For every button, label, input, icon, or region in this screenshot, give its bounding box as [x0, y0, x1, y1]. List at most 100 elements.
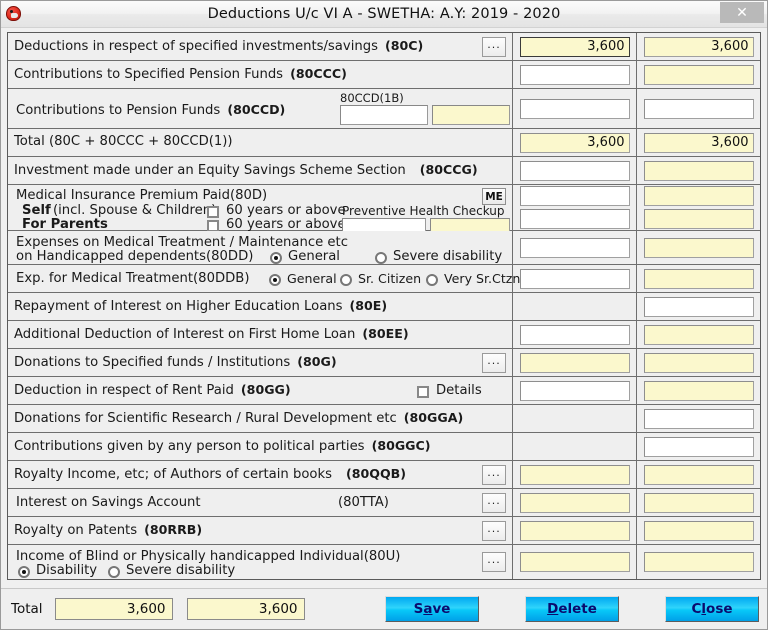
field-cell-right-80ggc [637, 433, 760, 460]
section-code-80u: (80U) [363, 549, 401, 564]
input-left-total[interactable]: 3,600 [519, 132, 630, 153]
input-right-80d-parents[interactable] [643, 209, 754, 229]
input-right-80e[interactable] [643, 296, 754, 317]
field-cell-left-80ccc [513, 61, 637, 88]
label-cell-80rrb: Royalty on Patents (80RRB) ... [8, 517, 513, 544]
row-label-80e: Repayment of Interest on Higher Educatio… [14, 298, 343, 314]
field-cell-right-80gg [637, 377, 760, 404]
radio-80u-severe[interactable] [108, 566, 120, 578]
input-left-80d-parents[interactable] [519, 209, 630, 229]
save-button[interactable]: Sa ve [385, 596, 479, 622]
input-left-80rrb[interactable] [519, 520, 630, 541]
radio-80u-severe-label: Severe disability [126, 563, 236, 578]
row-label-80rrb: Royalty on Patents [14, 522, 138, 538]
radio-80dd-general[interactable] [270, 252, 282, 264]
field-cell-right-80c: 3,600 [637, 33, 760, 60]
input-left-80gg[interactable] [519, 380, 630, 401]
section-code-80g: (80G) [297, 353, 337, 369]
browse-button-80c[interactable]: ... [482, 36, 506, 57]
browse-button-80rrb[interactable]: ... [482, 520, 506, 541]
input-left-80qqb[interactable] [519, 464, 630, 485]
input-right-80ccc[interactable] [643, 64, 754, 85]
section-code-80ggc: (80GGC) [371, 437, 431, 453]
input-80ccd-1b-left[interactable] [340, 105, 428, 125]
me-button-80d[interactable]: ME [482, 188, 506, 205]
radio-80ddb-senior[interactable] [340, 274, 352, 286]
section-code-80c: (80C) [384, 37, 424, 53]
input-left-80g[interactable] [519, 352, 630, 373]
save-accel: a [423, 601, 433, 617]
row-80ddb: Exp. for Medical Treatment(80DDB) Genera… [8, 265, 760, 293]
row-80d: Medical Insurance Premium Paid(80D) Self… [8, 185, 760, 236]
input-right-80qqb[interactable] [643, 464, 754, 485]
checkbox-80gg-details[interactable] [417, 386, 429, 398]
input-right-80tta[interactable] [643, 492, 754, 513]
close-post: ose [706, 601, 733, 617]
label-cell-80qqb: Royalty Income, etc; of Authors of certa… [8, 461, 513, 488]
input-left-80ccd[interactable] [519, 98, 630, 119]
radio-80ddb-general[interactable] [269, 274, 281, 286]
browse-button-80qqb[interactable]: ... [482, 464, 506, 485]
close-window-button[interactable]: ✕ [720, 2, 764, 23]
input-left-80ccg[interactable] [519, 160, 630, 181]
total-left-value[interactable]: 3,600 [54, 598, 173, 620]
input-left-80d-self[interactable] [519, 186, 630, 206]
input-left-80dd[interactable] [519, 237, 630, 258]
row-label-80ddb: Exp. for Medical Treatment [16, 271, 194, 286]
section-code-80ee: (80EE) [362, 325, 409, 341]
field-cell-right-total: 3,600 [637, 129, 760, 156]
browse-button-80tta[interactable]: ... [482, 492, 506, 513]
radio-80dd-severe[interactable] [375, 252, 387, 264]
row-label-80ee: Additional Deduction of Interest on Firs… [14, 326, 356, 342]
field-cell-left-80ee [513, 321, 637, 348]
input-right-80ee[interactable] [643, 324, 754, 345]
input-right-80g[interactable] [643, 352, 754, 373]
input-left-80ccc[interactable] [519, 64, 630, 85]
row-80gga: Donations for Scientific Research / Rura… [8, 405, 760, 433]
input-right-80rrb[interactable] [643, 520, 754, 541]
input-right-total[interactable]: 3,600 [643, 132, 754, 153]
input-left-80c[interactable]: 3,600 [519, 36, 630, 57]
field-cell-left-80gg [513, 377, 637, 404]
row-label-80c: Deductions in respect of specified inves… [14, 38, 378, 54]
input-right-80gg[interactable] [643, 380, 754, 401]
input-right-80ddb[interactable] [643, 268, 754, 289]
input-right-80u[interactable] [643, 552, 754, 572]
field-cell-right-80ccg [637, 157, 760, 184]
radio-80ddb-senior-label: Sr. Citizen [358, 271, 422, 286]
input-80ccd-1b-right[interactable] [432, 105, 510, 125]
field-cell-right-80tta [637, 489, 760, 516]
checkbox-self-60-years[interactable] [207, 206, 219, 218]
input-right-80dd[interactable] [643, 237, 754, 258]
input-right-80gga[interactable] [643, 408, 754, 429]
input-right-80ccg[interactable] [643, 160, 754, 181]
input-left-80tta[interactable] [519, 492, 630, 513]
label-cell-80ccg: Investment made under an Equity Savings … [8, 157, 513, 184]
delete-button[interactable]: Delete [525, 596, 619, 622]
row-label-80dd-line2: on Handicapped dependents [16, 249, 206, 264]
field-cell-left-80gga-empty [513, 405, 637, 432]
radio-80u-disability-label: Disability [36, 563, 98, 578]
row-80qqb: Royalty Income, etc; of Authors of certa… [8, 461, 760, 489]
radio-80u-disability[interactable] [18, 566, 30, 578]
preventive-health-checkup-label: Preventive Health Checkup [342, 204, 505, 218]
input-left-80ddb[interactable] [519, 268, 630, 289]
close-pre: C [691, 601, 702, 617]
row-label-total: Total (80C + 80CCC + 80CCD(1)) [14, 134, 233, 150]
total-right-value[interactable]: 3,600 [186, 598, 305, 620]
label-cell-80g: Donations to Specified funds / Instituti… [8, 349, 513, 376]
browse-button-80g[interactable]: ... [482, 352, 506, 373]
close-button[interactable]: Cl ose [665, 596, 759, 622]
radio-80ddb-very-senior[interactable] [426, 274, 438, 286]
input-right-80ggc[interactable] [643, 436, 754, 457]
input-right-80c[interactable]: 3,600 [643, 36, 754, 57]
field-cell-right-80g [637, 349, 760, 376]
input-left-80ee[interactable] [519, 324, 630, 345]
row-label-80ccd: Contributions to Pension Funds [16, 103, 221, 118]
input-right-80ccd[interactable] [643, 98, 754, 119]
browse-button-80u[interactable]: ... [482, 552, 506, 572]
input-right-80d-self[interactable] [643, 186, 754, 206]
label-cell-80dd: Expenses on Medical Treatment / Maintena… [8, 231, 513, 264]
input-left-80u[interactable] [519, 552, 630, 572]
field-cell-right-80qqb [637, 461, 760, 488]
